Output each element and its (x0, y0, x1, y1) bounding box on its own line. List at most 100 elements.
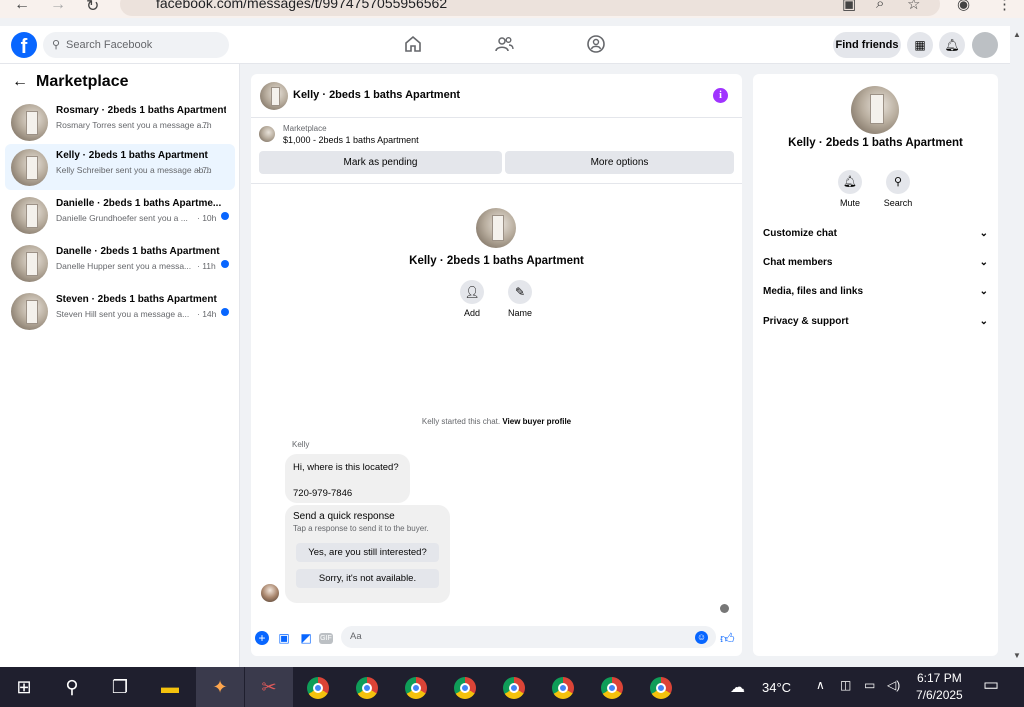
notifications-bell-icon[interactable]: 🔔︎ (939, 32, 965, 58)
like-thumb-icon[interactable]: 👍︎ (720, 631, 735, 645)
message-input[interactable]: Aa (341, 626, 716, 648)
chrome-profile-icon[interactable] (650, 677, 672, 699)
account-avatar[interactable] (972, 32, 998, 58)
scroll-up-icon[interactable]: ▲ (1013, 30, 1021, 39)
chrome-profile-icon[interactable] (405, 677, 427, 699)
section-media-files-links[interactable]: Media, files and links ⌄ (763, 286, 988, 306)
add-action[interactable]: 👤︎ Add (452, 280, 492, 318)
task-view-icon[interactable]: ❐ (96, 667, 144, 707)
install-icon[interactable]: ▣ (842, 0, 856, 13)
back-arrow-icon[interactable]: ← (12, 73, 28, 90)
thread-steven[interactable]: Steven · 2beds 1 baths Apartment Steven … (5, 288, 235, 334)
plus-icon[interactable]: + (255, 631, 269, 645)
contact-name: Kelly · 2beds 1 baths Apartment (409, 255, 584, 267)
quick-reply-not-available[interactable]: Sorry, it's not available. (296, 569, 439, 588)
message-line: Hi, where is this located? (293, 462, 399, 473)
mute-action[interactable]: 🔔︎ Mute (830, 170, 870, 208)
thread-time: · 10h (197, 213, 217, 223)
thread-rosmary[interactable]: Rosmary · 2beds 1 baths Apartment Rosmar… (5, 99, 235, 145)
mark-as-pending-button[interactable]: Mark as pending (259, 151, 502, 174)
network-icon[interactable]: ▭ (864, 678, 875, 692)
search-icon[interactable]: ⚲ (48, 667, 96, 707)
address-bar[interactable]: facebook.com/messages/t/9974757055956562 (120, 0, 940, 16)
thread-danelle[interactable]: Danelle · 2beds 1 baths Apartment Danell… (5, 240, 235, 286)
more-options-button[interactable]: More options (505, 151, 734, 174)
contact-avatar (476, 208, 516, 248)
chrome-profile-icon[interactable] (454, 677, 476, 699)
tray-chevron-icon[interactable]: ∧ (816, 678, 825, 692)
clock-time[interactable]: 6:17 PM (917, 671, 962, 685)
image-icon[interactable]: ▣ (277, 631, 291, 645)
clock-date[interactable]: 7/6/2025 (916, 688, 963, 702)
windows-start-icon[interactable]: ⊞ (0, 667, 48, 707)
message-bubble[interactable]: Hi, where is this located? 720-979-7846 (285, 454, 410, 503)
reload-icon[interactable]: ↻ (86, 0, 99, 16)
gif-icon[interactable]: GIF (319, 633, 333, 644)
view-buyer-profile-link[interactable]: View buyer profile (502, 417, 571, 426)
unread-dot (221, 308, 229, 316)
thread-danielle[interactable]: Danielle · 2beds 1 baths Apartme... Dani… (5, 192, 235, 238)
quick-reply-still-interested[interactable]: Yes, are you still interested? (296, 543, 439, 562)
zoom-icon[interactable]: ⌕ (876, 0, 884, 12)
search-icon: ⚲ (52, 39, 61, 51)
search-placeholder: Search Facebook (66, 39, 153, 51)
search-icon: ⚲ (886, 170, 910, 194)
profile-icon[interactable]: ◉ (957, 0, 970, 13)
menu-icon[interactable]: ⋮ (997, 0, 1012, 13)
search-input[interactable]: ⚲ Search Facebook (43, 32, 229, 58)
emoji-icon[interactable]: ☺ (695, 631, 708, 644)
copilot-icon[interactable]: ✦ (196, 667, 244, 707)
forward-icon[interactable]: → (50, 0, 66, 14)
section-customize-chat[interactable]: Customize chat ⌄ (763, 228, 988, 248)
windows-taskbar: ⊞ ⚲ ❐ ▬ ✦ ✂ ☁ 34°C ∧ ◫ ▭ ◁) 6:17 PM 7/6/… (0, 667, 1024, 707)
marketplace-title: Marketplace (36, 73, 129, 90)
listing-thumbnail (11, 245, 48, 282)
facebook-header: f ⚲ Search Facebook Find friends ▦ 🔔︎ (0, 26, 1010, 64)
thread-preview: Danielle Grundhoefer sent you a ... (56, 213, 188, 223)
bookmark-star-icon[interactable]: ☆ (907, 0, 920, 13)
search-action[interactable]: ⚲ Search (878, 170, 918, 208)
facebook-logo[interactable]: f (11, 32, 37, 58)
volume-icon[interactable]: ◁) (887, 678, 900, 692)
chrome-profile-icon[interactable] (601, 677, 623, 699)
scroll-down-icon[interactable]: ▼ (1013, 651, 1021, 660)
thread-time: · 14h (197, 309, 217, 319)
info-icon[interactable]: i (713, 88, 728, 103)
listing-price[interactable]: $1,000 - 2beds 1 baths Apartment (283, 135, 419, 145)
app-pinned-icon[interactable]: ✂ (245, 667, 293, 707)
unread-dot (221, 260, 229, 268)
thread-preview: Danelle Hupper sent you a messa... (56, 261, 192, 271)
chrome-profile-icon[interactable] (503, 677, 525, 699)
message-composer: + ▣ ◩ GIF Aa ☺ 👍︎ (251, 624, 742, 656)
weather-icon[interactable]: ☁ (730, 678, 745, 696)
chrome-profile-icon[interactable] (552, 677, 574, 699)
conversation-title[interactable]: Kelly · 2beds 1 baths Apartment (293, 89, 460, 101)
chrome-icon[interactable] (307, 677, 329, 699)
file-explorer-icon[interactable]: ▬ (146, 667, 194, 707)
chrome-profile-icon[interactable] (356, 677, 378, 699)
sticker-icon[interactable]: ◩ (299, 631, 313, 645)
name-label: Name (507, 308, 532, 318)
apps-grid-icon[interactable]: ▦ (907, 32, 933, 58)
section-label: Privacy & support (763, 316, 849, 327)
thread-kelly[interactable]: Kelly · 2beds 1 baths Apartment Kelly Sc… (5, 144, 235, 190)
thread-time: · 11h (197, 261, 216, 271)
section-label: Media, files and links (763, 286, 864, 297)
conversation-panel: Kelly · 2beds 1 baths Apartment i Market… (251, 74, 742, 656)
name-action[interactable]: ✎ Name (500, 280, 540, 318)
listing-thumbnail[interactable] (260, 82, 288, 110)
thread-title: Kelly · 2beds 1 baths Apartment (56, 150, 208, 161)
back-icon[interactable]: ← (14, 0, 30, 14)
meet-icon[interactable]: ◫ (840, 678, 851, 692)
find-friends-button[interactable]: Find friends (833, 32, 901, 58)
notification-center-icon[interactable]: ▭ (983, 675, 999, 695)
bell-icon: 🔔︎ (838, 170, 862, 194)
groups-icon[interactable] (586, 34, 606, 54)
home-icon[interactable] (403, 34, 423, 54)
weather-temperature[interactable]: 34°C (762, 680, 791, 695)
unread-dot (221, 212, 229, 220)
page-scrollbar[interactable]: ▲ ▼ (1010, 26, 1024, 666)
section-privacy-support[interactable]: Privacy & support ⌄ (763, 316, 988, 336)
section-chat-members[interactable]: Chat members ⌄ (763, 257, 988, 277)
friends-icon[interactable] (494, 34, 514, 54)
